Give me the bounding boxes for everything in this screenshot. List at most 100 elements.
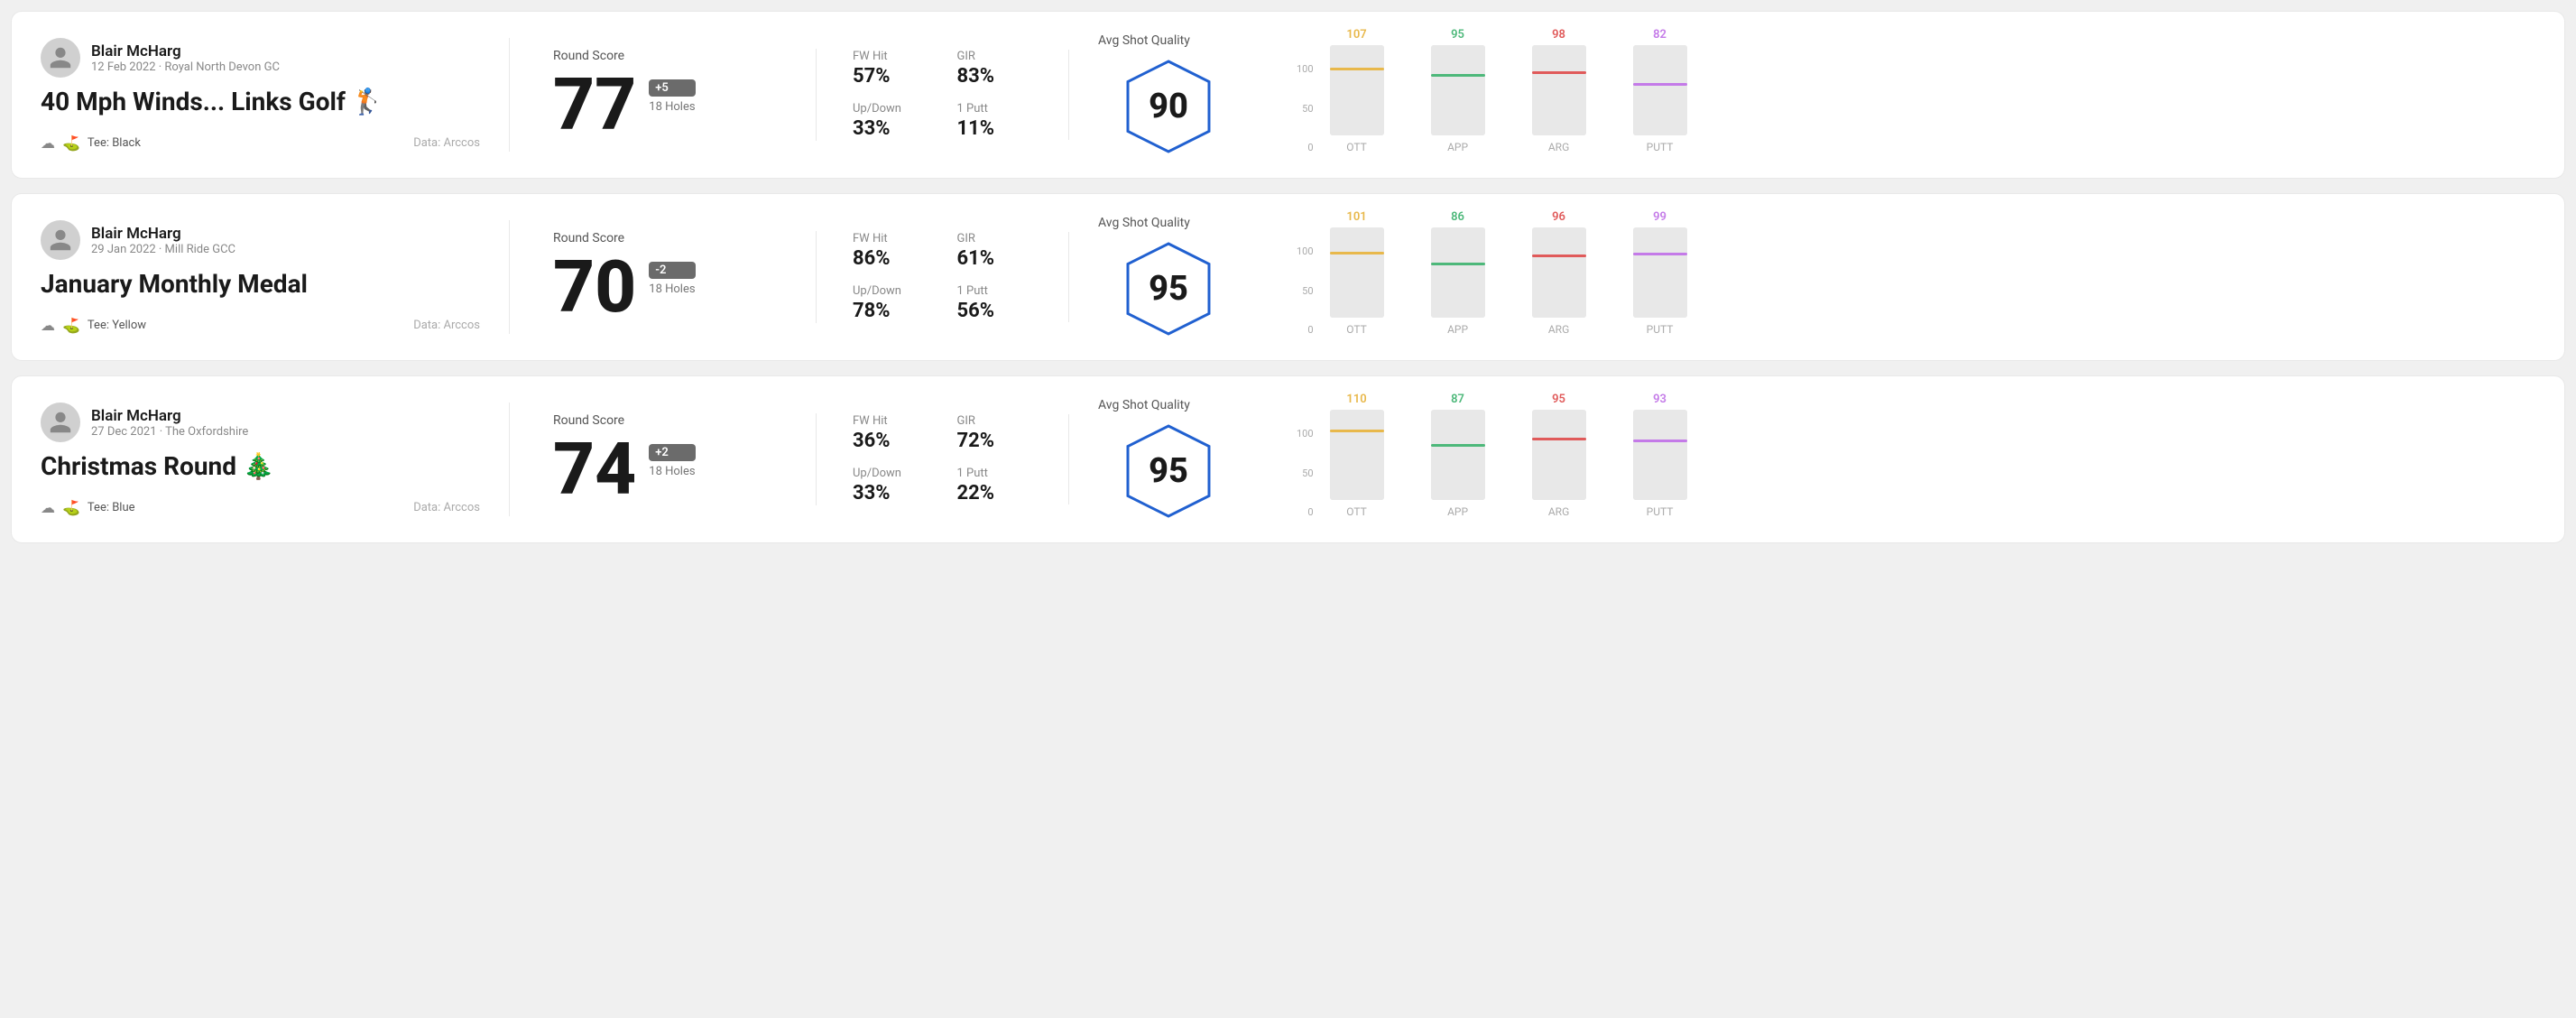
oneputt-value: 11% [957, 117, 1033, 140]
bar-bg [1633, 410, 1687, 500]
bar-wrapper-ott [1330, 410, 1384, 500]
bar-marker-ott [1330, 430, 1384, 432]
bar-bg [1532, 45, 1586, 135]
score-badge: +5 [649, 79, 695, 97]
y-label-50: 50 [1297, 467, 1314, 479]
quality-section: Avg Shot Quality 90 [1069, 33, 1268, 156]
stat-updown: Up/Down 33% [853, 102, 928, 140]
col-value-putt: 93 [1653, 393, 1667, 406]
fw-hit-value: 86% [853, 247, 928, 270]
shot-quality-chart: 100 50 0 107 OTT 95 APP [1297, 36, 2535, 153]
round-score-label: Round Score [553, 231, 772, 245]
hexagon-container: 95 [1119, 239, 1218, 338]
gir-label: GIR [957, 50, 1033, 63]
user-info: Blair McHarg 29 Jan 2022 · Mill Ride GCC [91, 225, 235, 256]
col-label-putt: PUTT [1647, 505, 1674, 518]
left-section: Blair McHarg 12 Feb 2022 · Royal North D… [41, 38, 510, 152]
bar-marker-putt [1633, 253, 1687, 255]
user-row: Blair McHarg 29 Jan 2022 · Mill Ride GCC [41, 220, 480, 260]
gir-label: GIR [957, 232, 1033, 245]
tee-label: Tee: Yellow [88, 319, 146, 332]
chart-y-axis: 100 50 0 [1297, 245, 1314, 336]
holes-label: 18 Holes [649, 465, 695, 478]
stat-fw-hit: FW Hit 57% [853, 50, 928, 88]
user-meta: 29 Jan 2022 · Mill Ride GCC [91, 243, 235, 256]
chart-col-arg: 96 ARG [1523, 210, 1595, 336]
y-label-100: 100 [1297, 428, 1314, 440]
user-name: Blair McHarg [91, 225, 235, 243]
oneputt-value: 56% [957, 300, 1033, 322]
round-card-round-2: Blair McHarg 29 Jan 2022 · Mill Ride GCC… [11, 193, 2565, 361]
fw-hit-value: 36% [853, 430, 928, 452]
bar-wrapper-ott [1330, 227, 1384, 318]
stat-oneputt: 1 Putt 22% [957, 467, 1033, 504]
col-label-arg: ARG [1548, 505, 1569, 518]
tee-marker-icon: ⛳ [62, 134, 80, 152]
avatar [41, 220, 80, 260]
user-info: Blair McHarg 12 Feb 2022 · Royal North D… [91, 42, 280, 74]
shot-quality-chart: 100 50 0 110 OTT 87 APP [1297, 401, 2535, 518]
middle-section: Round Score 77 +5 18 Holes [510, 49, 817, 141]
round-card-round-1: Blair McHarg 12 Feb 2022 · Royal North D… [11, 11, 2565, 179]
bar-marker-arg [1532, 438, 1586, 440]
col-label-app: APP [1447, 505, 1468, 518]
bar-wrapper-app [1431, 227, 1485, 318]
y-label-100: 100 [1297, 245, 1314, 257]
gir-label: GIR [957, 414, 1033, 428]
bar-marker-arg [1532, 71, 1586, 74]
bar-bg [1330, 227, 1384, 318]
weather-icon: ☁ [41, 134, 55, 152]
bar-marker-arg [1532, 255, 1586, 257]
round-card-round-3: Blair McHarg 27 Dec 2021 · The Oxfordshi… [11, 375, 2565, 543]
chart-col-app: 95 APP [1422, 28, 1494, 153]
score-number: 70 [553, 251, 636, 323]
user-icon [48, 410, 73, 435]
updown-value: 33% [853, 117, 928, 140]
chart-col-arg: 95 ARG [1523, 393, 1595, 518]
chart-col-ott: 110 OTT [1321, 393, 1393, 518]
quality-score: 95 [1149, 451, 1188, 491]
col-label-arg: ARG [1548, 323, 1569, 336]
col-value-app: 87 [1451, 393, 1464, 406]
score-detail: -2 18 Holes [649, 251, 695, 296]
bar-marker-app [1431, 263, 1485, 265]
tee-marker-icon: ⛳ [62, 317, 80, 334]
bar-marker-putt [1633, 83, 1687, 86]
updown-label: Up/Down [853, 467, 928, 480]
chart-col-ott: 107 OTT [1321, 28, 1393, 153]
bar-bg [1532, 410, 1586, 500]
avatar [41, 38, 80, 78]
y-label-100: 100 [1297, 63, 1314, 75]
stat-oneputt: 1 Putt 56% [957, 284, 1033, 322]
quality-score: 90 [1149, 87, 1188, 126]
user-info: Blair McHarg 27 Dec 2021 · The Oxfordshi… [91, 407, 248, 439]
score-detail: +5 18 Holes [649, 69, 695, 114]
bottom-row: ☁ ⛳ Tee: Blue Data: Arccos [41, 499, 480, 516]
score-row: 77 +5 18 Holes [553, 69, 772, 141]
col-value-ott: 101 [1346, 210, 1366, 224]
bar-bg [1431, 45, 1485, 135]
chart-col-app: 86 APP [1422, 210, 1494, 336]
chart-col-arg: 98 ARG [1523, 28, 1595, 153]
left-section: Blair McHarg 29 Jan 2022 · Mill Ride GCC… [41, 220, 510, 334]
oneputt-label: 1 Putt [957, 102, 1033, 116]
col-value-putt: 99 [1653, 210, 1667, 224]
stat-gir: GIR 61% [957, 232, 1033, 270]
col-label-app: APP [1447, 323, 1468, 336]
stats-grid: FW Hit 36% GIR 72% Up/Down 33% 1 Putt 22… [853, 414, 1032, 504]
score-badge: +2 [649, 444, 695, 461]
y-label-50: 50 [1297, 103, 1314, 115]
chart-columns: 107 OTT 95 APP 98 [1321, 28, 1696, 153]
user-name: Blair McHarg [91, 42, 280, 60]
score-detail: +2 18 Holes [649, 433, 695, 478]
stat-gir: GIR 72% [957, 414, 1033, 452]
col-label-ott: OTT [1346, 141, 1367, 153]
chart-col-ott: 101 OTT [1321, 210, 1393, 336]
y-label-0: 0 [1297, 506, 1314, 518]
quality-section: Avg Shot Quality 95 [1069, 216, 1268, 338]
left-section: Blair McHarg 27 Dec 2021 · The Oxfordshi… [41, 403, 510, 516]
quality-score: 95 [1149, 269, 1188, 309]
data-source: Data: Arccos [413, 319, 480, 332]
hexagon-container: 90 [1119, 57, 1218, 156]
round-score-label: Round Score [553, 49, 772, 63]
